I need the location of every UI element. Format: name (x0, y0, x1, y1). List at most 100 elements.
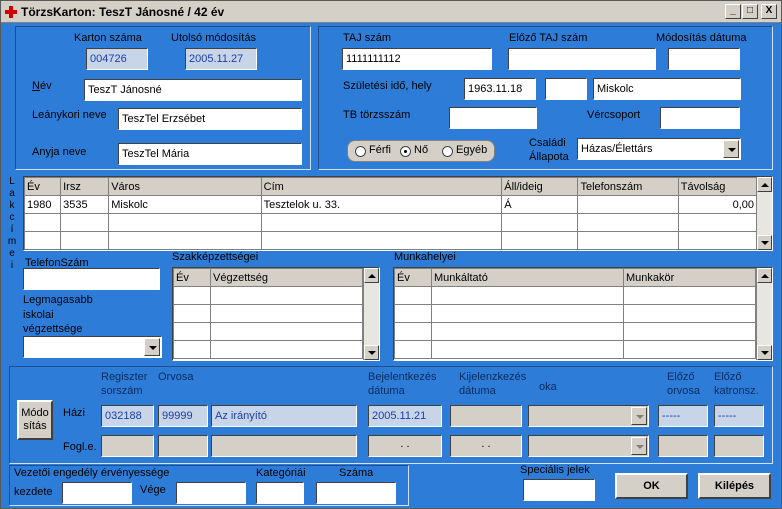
ok-button[interactable]: OK (615, 473, 688, 499)
scroll-up-icon (757, 177, 772, 192)
fogl-elozo-orv-field (658, 435, 708, 457)
csaladi-label-2: Állapota (529, 151, 569, 163)
vege-field[interactable] (176, 482, 246, 504)
nev-field[interactable]: TeszT Jánosné (84, 79, 302, 101)
elozo-taj-field[interactable] (508, 48, 656, 70)
modositas-button[interactable]: Módo sítás (17, 400, 53, 440)
maximize-button[interactable]: □ (742, 4, 758, 19)
elozo-kat-label-2: katronsz. (714, 385, 759, 397)
chevron-down-icon[interactable] (144, 338, 160, 356)
hazi-reg-field: 032188 (101, 405, 154, 427)
taj-label: TAJ szám (343, 32, 392, 44)
table-row[interactable]: 1980 3535 Miskolc Tesztelok u. 33. Á 0,00 (24, 195, 758, 214)
fogl-reg-field (101, 435, 154, 457)
szakk-title: Szakképzettségei (172, 251, 259, 263)
edu-label-3: végzettsége (23, 323, 83, 335)
vezetoi-title: Vezetői engedély érvényessége (14, 467, 170, 479)
tb-label: TB törzsszám (343, 109, 411, 121)
fogl-kij-field: . . (450, 435, 522, 457)
scroll-down-icon (757, 235, 772, 250)
elozo-kat-label-1: Előző (714, 371, 742, 383)
szakk-table[interactable]: Év Végzettség (172, 267, 380, 361)
hazi-oka-dropdown (528, 405, 649, 427)
torzskarton-window: TörzsKarton: TeszT Jánosné / 42 év _ □ X… (0, 0, 782, 509)
ver-field[interactable] (660, 107, 740, 129)
title-bar: TörzsKarton: TeszT Jánosné / 42 év _ □ X (1, 1, 781, 23)
personal-panel: Karton száma Utolsó módosítás 004726 200… (15, 26, 311, 170)
fogl-oka-dropdown (528, 435, 649, 457)
scroll-down-icon (757, 345, 772, 360)
nev-label: Név (32, 80, 52, 92)
karton-label: Karton száma (74, 32, 142, 44)
table-row[interactable] (394, 286, 756, 305)
leany-field[interactable]: TeszTel Erzsébet (118, 108, 302, 130)
table-row[interactable] (173, 304, 363, 323)
csaladi-label-1: Családi (529, 137, 566, 149)
tb-field[interactable] (449, 107, 537, 129)
table-row[interactable] (24, 213, 758, 232)
szul-hely-field[interactable]: Miskolc (593, 78, 741, 100)
table-row[interactable] (394, 304, 756, 323)
reg-label-1: Regiszter (101, 371, 148, 383)
fogl-elozo-kat-field (714, 435, 764, 457)
karton-field: 004726 (86, 48, 148, 70)
munka-scrollbar[interactable] (756, 268, 772, 360)
radio-ferfi-label: Férfi (369, 144, 391, 156)
taj-field[interactable]: 1111111112 (342, 48, 492, 70)
kategoriai-label: Kategóriái (256, 467, 306, 479)
kategoriai-field[interactable] (256, 482, 304, 504)
csaladi-dropdown[interactable]: Házas/Élettárs (577, 138, 741, 160)
address-table[interactable]: Év Irsz Város Cím Áll/ideig Telefonszám … (23, 176, 773, 251)
kezdete-field[interactable] (62, 482, 132, 504)
phone-field[interactable] (23, 268, 160, 290)
specialis-field[interactable] (523, 479, 595, 501)
scroll-up-icon (364, 268, 379, 283)
mod-datum-field[interactable] (668, 48, 740, 70)
bej-label-1: Bejelentkezés (368, 371, 437, 383)
radio-no[interactable] (400, 146, 411, 157)
oka-label: oka (539, 381, 557, 393)
kezdete-label: kezdete (14, 486, 53, 498)
edu-label-1: Legmagasabb (23, 294, 93, 306)
szul-mid-field[interactable] (545, 78, 587, 100)
table-row[interactable] (173, 340, 363, 359)
table-row[interactable] (394, 340, 756, 359)
hazi-kij-field (450, 405, 522, 427)
hazi-bej-field: 2005.11.21 (368, 405, 442, 427)
munka-title: Munkahelyei (394, 251, 456, 263)
kilepes-button[interactable]: Kilépés (698, 473, 771, 499)
radio-egyeb-label: Egyéb (456, 144, 488, 156)
munka-table[interactable]: Év Munkáltató Munkakör (393, 267, 773, 361)
edu-dropdown[interactable] (23, 336, 162, 358)
table-row[interactable] (173, 286, 363, 305)
fogl-label: Fogl.e. (63, 441, 97, 453)
table-row[interactable] (173, 322, 363, 341)
chevron-down-icon (631, 407, 647, 425)
minimize-button[interactable]: _ (725, 4, 741, 19)
lakcimei-vertical-label: Lakcímei (7, 176, 17, 271)
chevron-down-icon[interactable] (723, 140, 739, 158)
scroll-down-icon (364, 345, 379, 360)
mod-datum-label: Módosítás dátuma (656, 32, 747, 44)
close-button[interactable]: X (761, 4, 777, 19)
table-row[interactable] (394, 322, 756, 341)
utolso-mod-label: Utolsó módosítás (171, 32, 256, 44)
address-header-row: Év Irsz Város Cím Áll/ideig Telefonszám … (24, 177, 758, 196)
radio-ferfi[interactable] (355, 146, 366, 157)
reg-label-2: sorszám (101, 385, 143, 397)
szakk-scrollbar[interactable] (363, 268, 379, 360)
specialis-label: Speciális jelek (520, 464, 590, 476)
vege-label: Vége (140, 484, 166, 496)
szul-datum-field[interactable]: 1963.11.18 (464, 78, 536, 100)
elozo-taj-label: Előző TAJ szám (509, 32, 588, 44)
fogl-bej-field: . . (368, 435, 442, 457)
ver-label: Vércsoport (587, 109, 641, 121)
radio-egyeb[interactable] (442, 146, 453, 157)
table-row[interactable] (24, 231, 758, 250)
vezetoi-panel: Vezetői engedély érvényessége kezdete Vé… (9, 465, 409, 506)
red-cross-icon (4, 5, 18, 19)
anyja-field[interactable]: TeszTel Mária (118, 143, 302, 165)
szama-field[interactable] (316, 482, 396, 504)
orvosa-label: Orvosa (158, 371, 194, 383)
address-scrollbar[interactable] (756, 177, 772, 250)
